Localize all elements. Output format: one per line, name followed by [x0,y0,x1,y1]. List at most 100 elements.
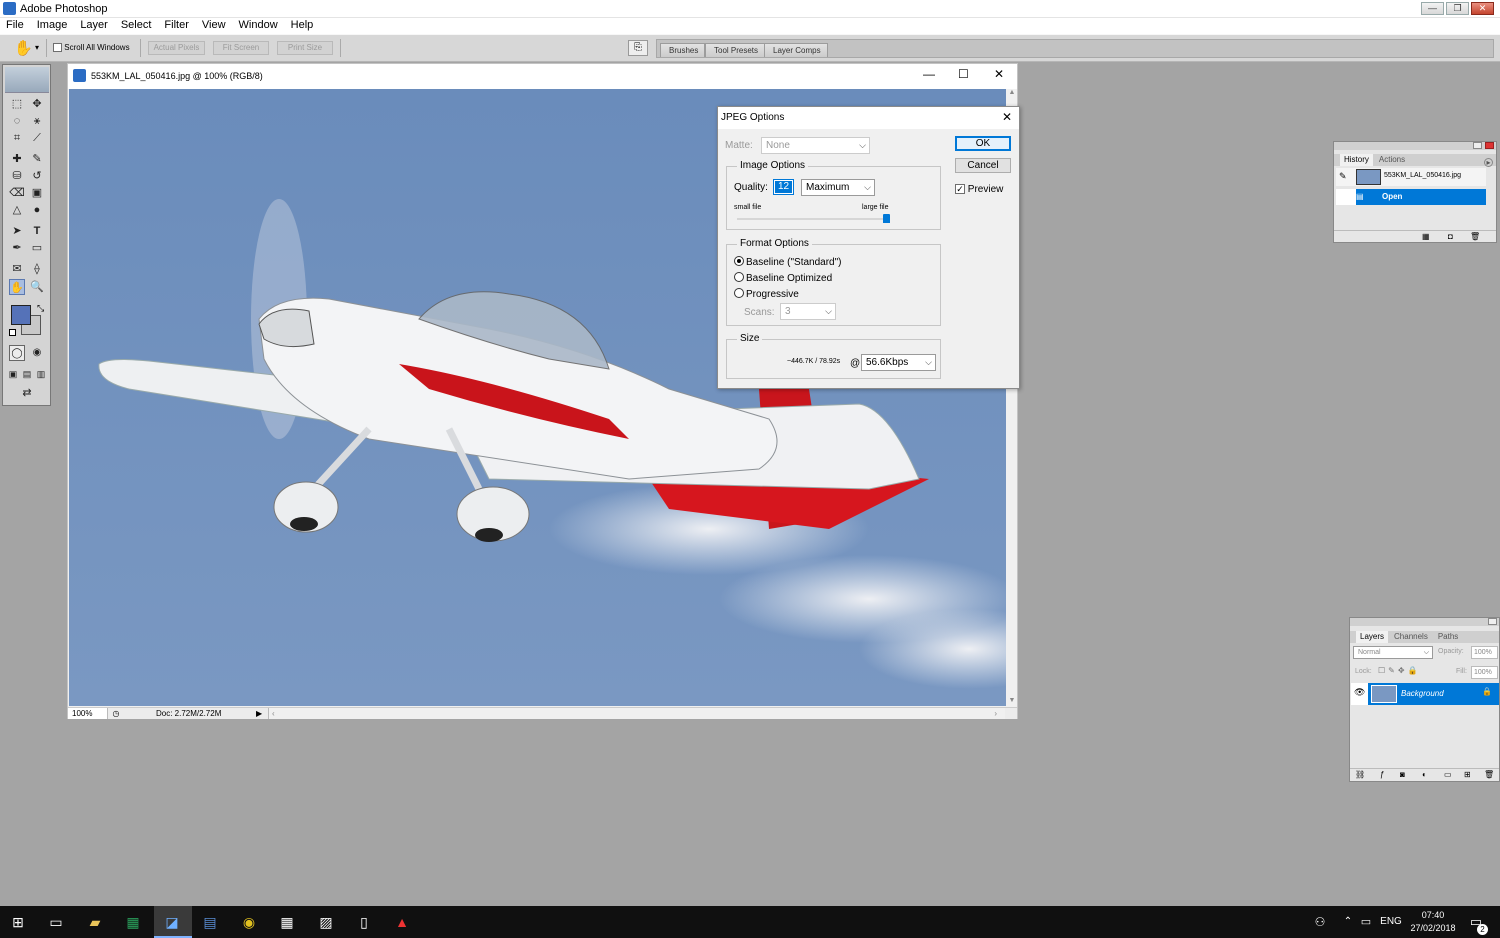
menu-layer[interactable]: Layer [80,18,108,34]
tab-history[interactable]: History [1340,154,1373,166]
preview-toggle[interactable]: ✓ Preview [955,184,1003,195]
quality-preset-select[interactable]: Maximum ⌵ [801,179,875,196]
fit-screen-button[interactable]: Fit Screen [213,41,269,55]
new-snapshot-icon[interactable]: ◘ [1448,232,1453,241]
magic-wand-tool-icon[interactable]: ⚹ [29,113,45,129]
screen-mode-full-icon[interactable]: ▥ [35,366,47,382]
menu-filter[interactable]: Filter [164,18,188,34]
opacity-input[interactable]: 100% [1471,646,1498,659]
history-brush-tool-icon[interactable]: ↺ [29,168,45,184]
blur-tool-icon[interactable]: △ [9,202,25,218]
photoshop-feather-icon[interactable] [5,67,49,93]
hand-tool-preset-icon[interactable]: ✋ [14,39,33,57]
format-baseline-standard-radio[interactable] [734,256,744,266]
zoom-tool-icon[interactable]: 🔍 [29,279,45,295]
dialog-close-button[interactable]: ✕ [1002,110,1012,124]
actual-pixels-button[interactable]: Actual Pixels [148,41,205,55]
file-browser-icon[interactable]: ⎘ [628,40,648,56]
history-brush-source-icon[interactable]: ✎ [1339,171,1347,182]
menu-help[interactable]: Help [291,18,314,34]
layer-visibility-eye-icon[interactable]: 👁 [1354,687,1365,698]
ok-button[interactable]: OK [955,136,1011,151]
well-tab-layer-comps[interactable]: Layer Comps [764,43,828,57]
chrome-icon[interactable]: ◉ [239,912,259,932]
panel-menu-icon[interactable]: ▸ [1484,158,1493,167]
default-colors-icon[interactable] [9,329,16,336]
restore-button[interactable]: ❐ [1446,2,1469,15]
notepad-icon[interactable]: ▯ [354,912,374,932]
path-selection-tool-icon[interactable]: ➤ [9,223,25,239]
delete-layer-icon[interactable]: 🗑 [1484,770,1494,779]
marquee-tool-icon[interactable]: ⬚ [9,96,25,112]
foreground-color-swatch[interactable] [11,305,31,325]
tab-actions[interactable]: Actions [1375,154,1409,166]
zoom-level-field[interactable]: 100% [68,708,108,719]
history-snapshot-row[interactable]: ✎ 553KM_LAL_050416.jpg [1336,168,1486,186]
menu-window[interactable]: Window [239,18,278,34]
preview-checkbox[interactable]: ✓ [955,184,965,195]
format-baseline-optimized-option[interactable]: Baseline Optimized [734,272,832,284]
lock-icons[interactable]: ☐✎✥🔒 [1378,666,1421,675]
well-tab-brushes[interactable]: Brushes [660,43,706,57]
slice-tool-icon[interactable]: ⟋ [29,130,45,146]
cancel-button[interactable]: Cancel [955,158,1011,173]
system-clock[interactable]: 07:40 27/02/2018 [1408,909,1458,935]
scans-select[interactable]: 3 ⌵ [780,303,836,320]
panel-collapse-button[interactable] [1488,618,1497,625]
tab-paths[interactable]: Paths [1434,631,1462,643]
healing-brush-tool-icon[interactable]: ✚ [9,151,25,167]
minimize-button[interactable]: — [1421,2,1444,15]
quality-slider-thumb[interactable] [883,214,890,223]
photoshop-taskbar-icon[interactable]: ◪ [162,912,182,932]
tab-channels[interactable]: Channels [1390,631,1432,643]
pen-tool-icon[interactable]: ✒ [9,240,25,256]
well-tab-tool-presets[interactable]: Tool Presets [705,43,766,57]
layer-row-background[interactable]: 👁 Background 🔒 [1351,683,1499,705]
format-baseline-optimized-radio[interactable] [734,272,744,282]
trash-icon[interactable]: 🗑 [1470,232,1480,241]
menu-select[interactable]: Select [121,18,152,34]
swap-colors-icon[interactable]: ⤡ [37,303,44,314]
windows-start-icon[interactable]: ⊞ [8,912,28,932]
status-menu-arrow-icon[interactable]: ▶ [256,708,262,719]
crop-tool-icon[interactable]: ⌗ [9,130,25,146]
brush-tool-icon[interactable]: ✎ [29,151,45,167]
menu-image[interactable]: Image [37,18,68,34]
matte-select[interactable]: None ⌵ [761,137,870,154]
adjustment-layer-icon[interactable]: ◐ [1422,770,1427,779]
quality-slider-track[interactable] [737,218,886,220]
format-progressive-radio[interactable] [734,288,744,298]
doc-maximize-button[interactable]: ☐ [958,67,969,81]
acrobat-icon[interactable]: ▲ [392,912,412,932]
new-layer-icon[interactable]: ⊞ [1464,770,1471,779]
link-layers-icon[interactable]: ⛓ [1355,770,1365,779]
menu-view[interactable]: View [202,18,226,34]
shape-tool-icon[interactable]: ▭ [29,240,45,256]
fill-input[interactable]: 100% [1471,666,1498,679]
quality-input[interactable]: 12 [773,179,794,195]
type-tool-icon[interactable]: T [29,223,45,239]
hand-tool-icon[interactable]: ✋ [9,279,25,295]
word-icon[interactable]: ▤ [200,912,220,932]
tab-layers[interactable]: Layers [1356,631,1389,643]
print-size-button[interactable]: Print Size [277,41,333,55]
quick-mask-mode-icon[interactable]: ◉ [29,345,45,361]
layer-style-icon[interactable]: ƒ [1380,770,1384,779]
panel-close-button[interactable] [1485,142,1494,149]
network-icon[interactable]: ▭ [1356,912,1376,932]
people-icon[interactable]: ⚇ [1310,912,1330,932]
task-view-icon[interactable]: ▭ [46,912,66,932]
screen-mode-menubar-icon[interactable]: ▤ [21,366,33,382]
jump-to-imageready-icon[interactable]: ⇄ [9,385,45,401]
close-button[interactable]: ✕ [1471,2,1494,15]
horizontal-scrollbar[interactable]: ‹ › [268,708,1005,719]
photo-viewer-icon[interactable]: ▨ [316,912,336,932]
menu-file[interactable]: File [6,18,24,34]
doc-close-button[interactable]: ✕ [994,67,1004,81]
modem-speed-select[interactable]: 56.6Kbps ⌵ [861,354,936,371]
eyedropper-tool-icon[interactable]: ⟠ [29,261,45,277]
notes-tool-icon[interactable]: ✉ [9,261,25,277]
file-explorer-icon[interactable]: ▰ [85,912,105,932]
gradient-tool-icon[interactable]: ▣ [29,185,45,201]
layer-mask-icon[interactable]: ◙ [1400,770,1405,779]
